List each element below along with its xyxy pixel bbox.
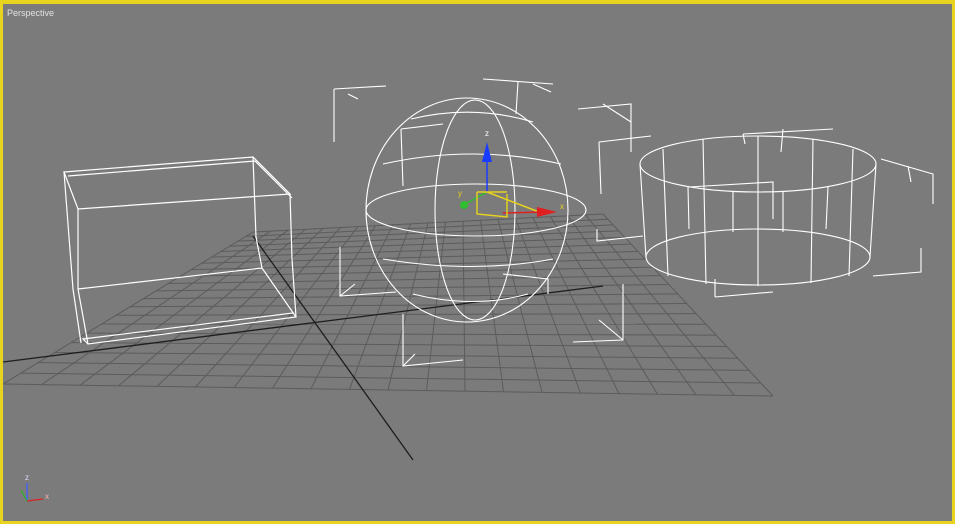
- grid-line: [310, 224, 394, 390]
- grid-line: [550, 216, 658, 395]
- cylinder-object[interactable]: [639, 135, 877, 286]
- sphere-object[interactable]: [365, 97, 587, 323]
- grid-line: [118, 228, 306, 387]
- grid-axis-line: [252, 235, 414, 461]
- home-grid: [3, 213, 774, 461]
- view-axis-tripod-icon: z x: [20, 473, 49, 502]
- viewport-label[interactable]: Perspective: [7, 8, 54, 18]
- tripod-x-label: x: [45, 492, 49, 501]
- grid-line: [79, 229, 289, 386]
- gizmo-x-label: x: [560, 202, 564, 211]
- grid-line: [585, 214, 735, 396]
- grid-line: [532, 217, 620, 394]
- grid-line: [349, 223, 411, 390]
- perspective-viewport[interactable]: z y x z x Perspective: [0, 0, 955, 524]
- grid-line: [462, 221, 466, 392]
- grid-line: [3, 383, 774, 397]
- grid-line: [567, 215, 697, 396]
- gizmo-x-arrow[interactable]: [537, 207, 557, 217]
- grid-line: [3, 231, 254, 385]
- gizmo-y-label: y: [458, 189, 462, 198]
- gizmo-z-arrow[interactable]: [482, 142, 492, 162]
- move-gizmo[interactable]: z y x: [458, 129, 564, 218]
- scene-canvas[interactable]: z y x z x: [3, 4, 955, 524]
- grid-line: [20, 372, 761, 384]
- gizmo-z-label: z: [485, 129, 489, 138]
- gizmo-x-axis-line[interactable]: [486, 191, 540, 213]
- grid-line: [515, 218, 581, 394]
- gizmo-y-axis[interactable]: [464, 191, 488, 205]
- grid-line: [480, 220, 504, 392]
- grid-line: [38, 362, 750, 371]
- tripod-z-label: z: [25, 473, 29, 482]
- grid-line: [195, 227, 341, 388]
- gizmo-y-arrow[interactable]: [460, 201, 468, 209]
